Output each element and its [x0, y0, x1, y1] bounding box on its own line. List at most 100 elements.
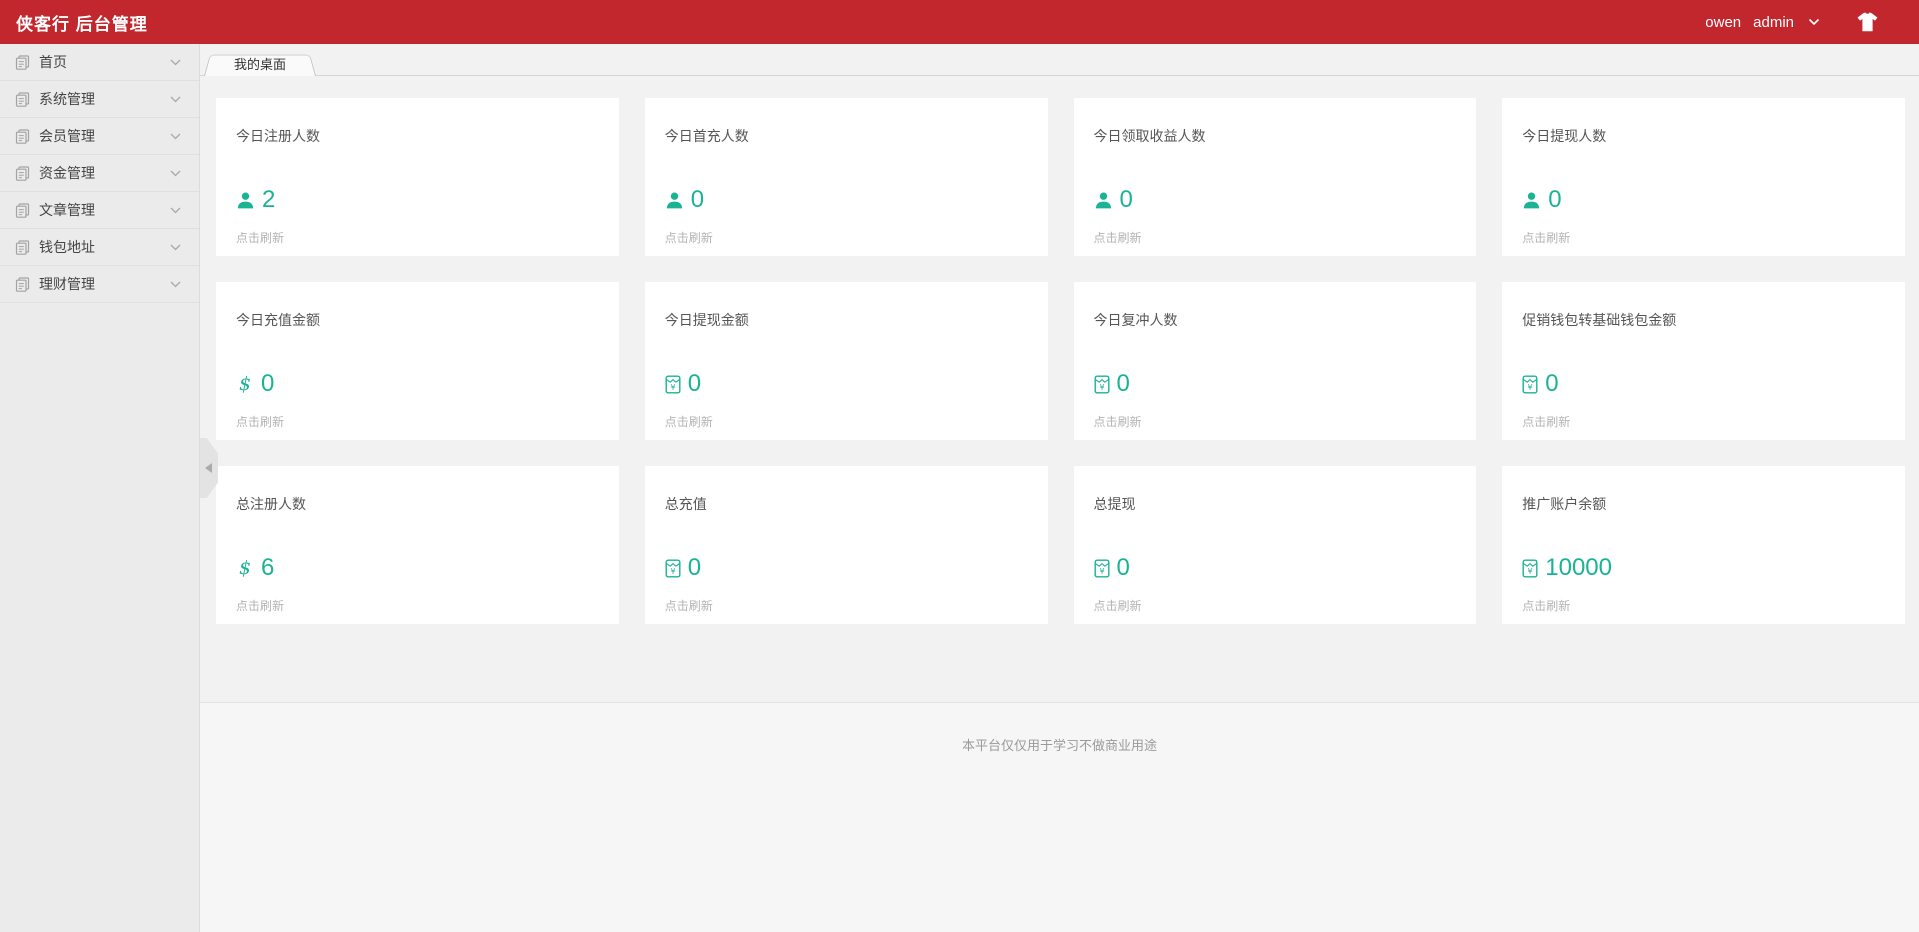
refresh-hint[interactable]: 点击刷新: [236, 597, 599, 614]
chevron-down-icon: [170, 170, 181, 177]
tshirt-icon[interactable]: [1856, 12, 1879, 32]
chevron-down-icon: [170, 281, 181, 288]
card-value-row: $ ¥ 6: [236, 554, 599, 582]
collapse-left-icon: [204, 463, 212, 473]
card-value-row: $ ¥ 0: [1094, 370, 1457, 398]
refresh-hint[interactable]: 点击刷新: [665, 597, 1028, 614]
sidebar-nav: 首页 系统管理 会员管理 资金管理 文章管理 钱包地址 理财管理: [0, 44, 200, 932]
red-packet-icon: ¥: [1094, 375, 1110, 394]
red-packet-icon: ¥: [1522, 559, 1538, 578]
dollar-icon: $: [236, 374, 254, 394]
chevron-down-icon: [170, 133, 181, 140]
card-title: 总充值: [664, 496, 707, 512]
chevron-down-icon: [170, 244, 181, 251]
card-title: 今日提现金额: [664, 312, 749, 328]
sidebar-item-label: 理财管理: [39, 276, 95, 292]
user-role: admin: [1753, 13, 1794, 31]
red-packet-icon: ¥: [1522, 375, 1538, 394]
sidebar-item-wallet[interactable]: 钱包地址: [0, 229, 199, 266]
user-icon: [1522, 191, 1541, 210]
refresh-hint[interactable]: 点击刷新: [1522, 413, 1885, 430]
stat-card-grid: 今日注册人数 $: [200, 76, 1919, 702]
card-value-row: $ ¥ 10000: [1522, 554, 1885, 582]
card-value-number: 0: [1545, 370, 1559, 397]
card-title: 今日领取收益人数: [1093, 128, 1206, 144]
document-icon: [15, 128, 30, 144]
card-value-number: 0: [690, 186, 705, 213]
refresh-hint[interactable]: 点击刷新: [1094, 597, 1457, 614]
stat-card: 总注册人数 $ 6 点击刷新: [216, 466, 619, 624]
chevron-down-icon: [170, 59, 181, 66]
chevron-down-icon: [170, 96, 181, 103]
dollar-icon: $: [236, 558, 254, 578]
stat-card: 推广账户余额 $: [1502, 466, 1905, 624]
top-header-bar: 侠客行 后台管理 owen admin: [0, 0, 1919, 44]
document-icon: [15, 165, 30, 181]
sidebar-item-label: 首页: [39, 54, 67, 70]
refresh-hint[interactable]: 点击刷新: [1522, 229, 1885, 246]
chevron-down-icon: [170, 207, 181, 214]
sidebar-item-finance[interactable]: 理财管理: [0, 266, 199, 303]
stat-card: 今日复冲人数 $: [1073, 282, 1477, 440]
card-title: 推广账户余额: [1522, 496, 1607, 512]
stat-card: 今日领取收益人数 $: [1073, 98, 1477, 256]
card-value-number: 0: [1116, 370, 1130, 397]
stat-card: 今日充值金额 $ 0 点击刷新: [216, 282, 619, 440]
card-value-row: $ ¥ 2: [236, 186, 599, 214]
user-icon: [665, 191, 684, 210]
user-icon: [1094, 191, 1113, 210]
stat-card: 今日注册人数 $: [216, 98, 619, 256]
refresh-hint[interactable]: 点击刷新: [236, 413, 599, 430]
tab-my-desktop[interactable]: 我的桌面: [204, 52, 316, 76]
svg-text:¥: ¥: [1099, 383, 1104, 392]
user-menu[interactable]: owen admin: [1705, 14, 1820, 31]
tab-bar: 我的桌面: [200, 44, 1919, 76]
sidebar-item-system[interactable]: 系统管理: [0, 81, 199, 118]
stat-card: 促销钱包转基础钱包金额 $: [1502, 282, 1905, 440]
red-packet-icon: ¥: [665, 559, 681, 578]
refresh-hint[interactable]: 点击刷新: [1522, 597, 1885, 614]
sidebar-item-home[interactable]: 首页: [0, 44, 199, 81]
card-title: 今日充值金额: [236, 312, 320, 328]
svg-text:¥: ¥: [1528, 383, 1533, 392]
sidebar-item-label: 资金管理: [39, 165, 95, 181]
svg-text:$: $: [239, 558, 251, 578]
refresh-hint[interactable]: 点击刷新: [236, 229, 599, 246]
sidebar-item-label: 钱包地址: [39, 239, 95, 255]
sidebar-item-label: 会员管理: [39, 128, 95, 144]
card-value-number: 0: [1548, 186, 1562, 213]
refresh-hint[interactable]: 点击刷新: [1094, 413, 1457, 430]
card-value-row: $ ¥ 0: [1522, 370, 1885, 398]
card-value-row: $ ¥ 0: [1094, 554, 1457, 582]
stat-card: 今日提现金额 $: [644, 282, 1048, 440]
red-packet-icon: ¥: [665, 375, 681, 394]
card-value-row: $ ¥ 0: [236, 370, 599, 398]
footer-disclaimer: 本平台仅仅用于学习不做商业用途: [961, 738, 1157, 753]
app-title: 侠客行 后台管理: [16, 14, 148, 34]
svg-text:¥: ¥: [670, 567, 675, 576]
sidebar-item-funds[interactable]: 资金管理: [0, 155, 199, 192]
card-value-number: 0: [687, 370, 702, 397]
card-value-number: 6: [261, 554, 275, 581]
svg-text:¥: ¥: [670, 383, 675, 392]
card-value-row: $ ¥ 0: [665, 554, 1028, 582]
card-title: 总提现: [1093, 496, 1136, 512]
sidebar-item-label: 系统管理: [39, 91, 95, 107]
svg-text:¥: ¥: [1099, 567, 1104, 576]
card-title: 今日首充人数: [664, 128, 749, 144]
sidebar-item-member[interactable]: 会员管理: [0, 118, 199, 155]
document-icon: [15, 91, 30, 107]
card-value-number: 10000: [1545, 554, 1612, 581]
stat-card: 总充值 $: [644, 466, 1048, 624]
svg-text:¥: ¥: [1528, 567, 1533, 576]
refresh-hint[interactable]: 点击刷新: [1094, 229, 1457, 246]
card-title: 今日提现人数: [1522, 128, 1607, 144]
card-title: 总注册人数: [236, 496, 306, 512]
refresh-hint[interactable]: 点击刷新: [665, 413, 1028, 430]
refresh-hint[interactable]: 点击刷新: [665, 229, 1028, 246]
card-title: 今日注册人数: [236, 128, 320, 144]
chevron-down-icon: [1808, 18, 1820, 26]
document-icon: [15, 54, 30, 70]
card-value-number: 0: [1116, 554, 1130, 581]
sidebar-item-article[interactable]: 文章管理: [0, 192, 199, 229]
